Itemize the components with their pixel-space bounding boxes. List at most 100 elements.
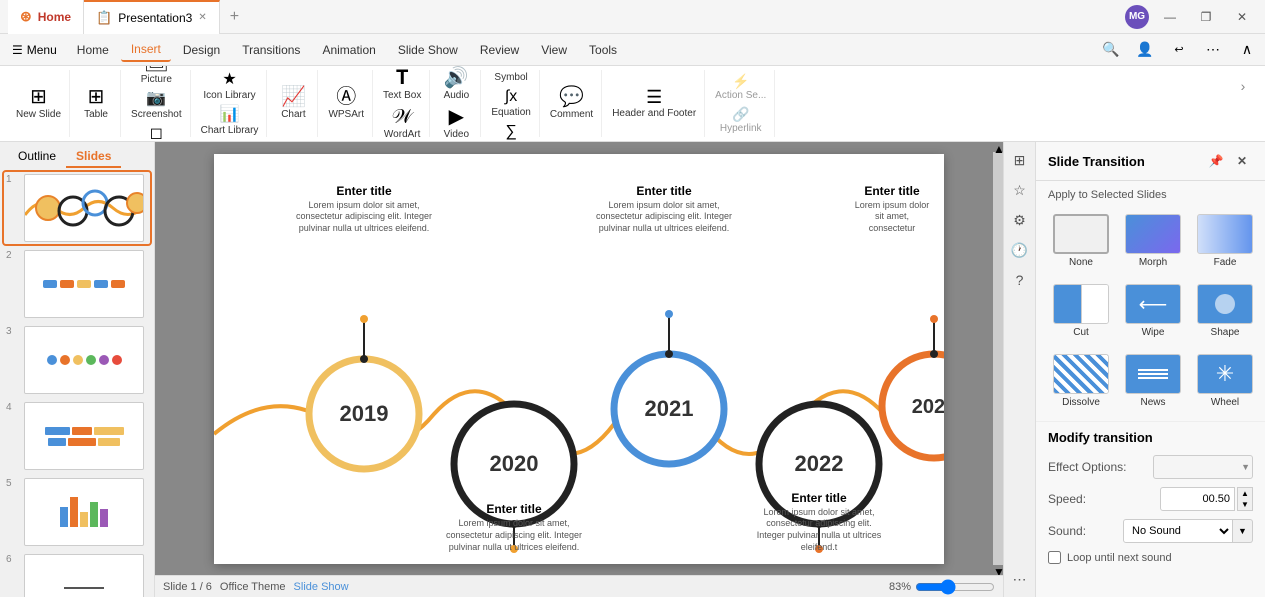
sound-select[interactable]: No Sound [1123, 519, 1233, 543]
side-tool-1[interactable]: ⊞ [1006, 146, 1034, 174]
presentation-tab[interactable]: 📋 Presentation3 ✕ [84, 0, 220, 34]
transition-wheel[interactable]: ✳ Wheel [1192, 349, 1258, 413]
collapse-ribbon-btn[interactable]: ∧ [1233, 36, 1261, 64]
audio-btn[interactable]: 🔊 Audio [436, 66, 476, 103]
scroll-down-btn[interactable]: ▼ [993, 565, 1003, 575]
slides-tab[interactable]: Slides [66, 146, 121, 168]
wipe-thumb: ⟵ [1125, 284, 1181, 324]
menu-view[interactable]: View [531, 39, 577, 61]
slide-thumb-2[interactable]: 2 [4, 248, 150, 320]
screenshot-btn[interactable]: 📷 Screenshot [127, 89, 186, 122]
equation-icon: ∫x [505, 89, 517, 105]
speed-up-btn[interactable]: ▲ [1238, 488, 1252, 499]
wipe-arrow-icon: ⟵ [1139, 292, 1168, 317]
new-slide-group: ⊞ New Slide [8, 70, 70, 137]
header-footer-btn[interactable]: ☰ Header and Footer [608, 86, 700, 121]
close-panel-btn[interactable]: ✕ [1231, 150, 1253, 172]
scroll-up-btn[interactable]: ▲ [993, 142, 1003, 152]
transition-morph[interactable]: Morph [1120, 209, 1186, 273]
transition-shape[interactable]: Shape [1192, 279, 1258, 343]
video-icon: ▶ [449, 107, 464, 127]
tab-close-btn[interactable]: ✕ [198, 12, 206, 23]
slide-show-label[interactable]: Slide Show [294, 581, 349, 593]
menu-tools[interactable]: Tools [579, 39, 627, 61]
share-btn[interactable]: 👤 [1131, 36, 1159, 64]
menu-transitions[interactable]: Transitions [232, 39, 310, 61]
slide-img-4 [24, 402, 144, 470]
panel-title: Slide Transition [1048, 154, 1145, 169]
undo-btn[interactable]: ↩ [1165, 36, 1193, 64]
wordart-btn[interactable]: 𝒲 WordArt [380, 105, 425, 142]
vertical-scrollbar[interactable]: ▲ ▼ [993, 142, 1003, 575]
shapes-btn[interactable]: ◻ Shapes [135, 124, 177, 142]
slide-num-2: 2 [6, 250, 20, 261]
sound-dropdown-btn[interactable]: ▼ [1233, 519, 1253, 543]
table-btn[interactable]: ⊞ Table [76, 85, 116, 122]
chart-library-btn[interactable]: 📊 Chart Library [197, 105, 263, 138]
wpsart-group: Ⓐ WPSArt [320, 70, 373, 137]
side-tool-filter[interactable]: ⚙ [1006, 206, 1034, 234]
morph-label: Morph [1139, 257, 1167, 268]
symbol-btn[interactable]: Ω Symbol [490, 66, 531, 85]
slide-thumb-1[interactable]: 1 [4, 172, 150, 244]
speed-spinner[interactable]: ▲ ▼ [1237, 487, 1253, 511]
side-tool-clock[interactable]: 🕐 [1006, 236, 1034, 264]
avatar: MG [1125, 5, 1149, 29]
new-tab-btn[interactable]: + [220, 8, 249, 26]
symbol-group: Ω Symbol ∫x Equation ∑ LaTeX [483, 70, 539, 137]
menu-animation[interactable]: Animation [312, 39, 385, 61]
picture-btn[interactable]: 🖼 Picture [136, 66, 176, 87]
media-group: 🔊 Audio ▶ Video [432, 70, 481, 137]
slide-canvas[interactable]: 2019 2020 2021 2022 2023 [214, 154, 944, 564]
menu-review[interactable]: Review [470, 39, 529, 61]
menu-design[interactable]: Design [173, 39, 230, 61]
wpsart-btn[interactable]: Ⓐ WPSArt [324, 85, 368, 122]
more-options-btn[interactable]: ⋯ [1199, 36, 1227, 64]
outline-tab[interactable]: Outline [8, 146, 66, 168]
wipe-label: Wipe [1142, 327, 1165, 338]
chart-btn[interactable]: 📈 Chart [273, 85, 313, 122]
zoom-slider[interactable] [915, 581, 995, 593]
speed-input[interactable]: 00.50 [1160, 487, 1235, 511]
latex-btn[interactable]: ∑ LaTeX [491, 122, 531, 142]
icon-library-btn[interactable]: ★ Icon Library [199, 70, 259, 103]
transition-wipe[interactable]: ⟵ Wipe [1120, 279, 1186, 343]
slide-thumb-5[interactable]: 5 [4, 476, 150, 548]
picture-group: 🖼 Picture 📷 Screenshot ◻ Shapes [123, 70, 191, 137]
hyperlink-btn[interactable]: 🔗 Hyperlink [716, 105, 766, 136]
slide-thumb-4[interactable]: 4 [4, 400, 150, 472]
comment-btn[interactable]: 💬 Comment [546, 85, 597, 122]
speed-down-btn[interactable]: ▼ [1238, 499, 1252, 510]
maximize-btn[interactable]: ❐ [1191, 4, 1221, 30]
transition-dissolve[interactable]: Dissolve [1048, 349, 1114, 413]
menu-slideshow[interactable]: Slide Show [388, 39, 468, 61]
symbol-label: Symbol [494, 72, 527, 83]
slide-num-3: 3 [6, 326, 20, 337]
transition-none[interactable]: None [1048, 209, 1114, 273]
side-tool-star[interactable]: ☆ [1006, 176, 1034, 204]
action-se-btn[interactable]: ⚡ Action Se... [711, 72, 770, 103]
text-box-btn[interactable]: 𝐓 Text Box [379, 66, 425, 103]
new-slide-btn[interactable]: ⊞ New Slide [12, 85, 65, 122]
hamburger-menu[interactable]: ☰ Menu [4, 39, 65, 61]
loop-checkbox[interactable] [1048, 551, 1061, 564]
transition-news[interactable]: News [1120, 349, 1186, 413]
transition-cut[interactable]: Cut [1048, 279, 1114, 343]
video-btn[interactable]: ▶ Video [436, 105, 476, 142]
slide-thumb-3[interactable]: 3 [4, 324, 150, 396]
close-btn[interactable]: ✕ [1227, 4, 1257, 30]
transition-fade[interactable]: Fade [1192, 209, 1258, 273]
menu-home[interactable]: Home [67, 39, 119, 61]
pin-panel-btn[interactable]: 📌 [1205, 150, 1227, 172]
expand-ribbon-btn[interactable]: › [1229, 72, 1257, 100]
side-tool-question[interactable]: ? [1006, 266, 1034, 294]
home-tab[interactable]: ⊛ Home [8, 0, 84, 34]
minimize-btn[interactable]: — [1155, 4, 1185, 30]
sound-label: Sound: [1048, 524, 1086, 538]
search-btn[interactable]: 🔍 [1097, 36, 1125, 64]
slide-thumb-6[interactable]: 6 [4, 552, 150, 597]
side-tool-dots[interactable]: ⋯ [1006, 565, 1034, 593]
menu-insert[interactable]: Insert [121, 38, 171, 62]
action-se-label: Action Se... [715, 90, 766, 101]
equation-btn[interactable]: ∫x Equation [487, 87, 534, 120]
